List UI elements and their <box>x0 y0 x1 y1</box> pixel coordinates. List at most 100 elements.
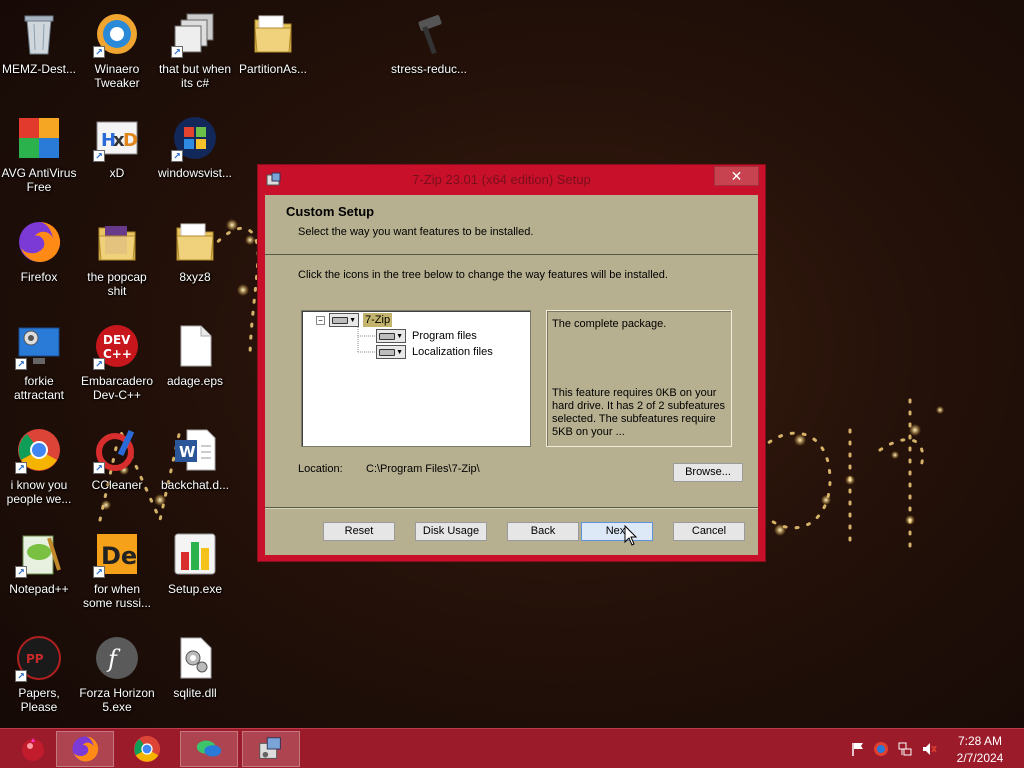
desktop-icon-i-know-you[interactable]: ↗ i know you people we... <box>0 420 78 520</box>
desktop-icon-devcpp[interactable]: DEV C++ ↗ Embarcadero Dev-C++ <box>78 316 156 416</box>
dialog-body: Custom Setup Select the way you want fea… <box>265 195 758 555</box>
ccleaner-icon: ↗ <box>93 426 141 474</box>
security-icon[interactable] <box>873 741 889 757</box>
desktop-icon-sqlite[interactable]: sqlite.dll <box>156 628 234 728</box>
shortcut-arrow-icon: ↗ <box>15 566 27 578</box>
tree-node-localization-files[interactable]: ▼ Localization files <box>376 344 495 360</box>
desktop-icon-backchat[interactable]: W backchat.d... <box>156 420 234 520</box>
cancel-button[interactable]: Cancel <box>673 522 745 541</box>
de-icon: De ↗ <box>93 530 141 578</box>
shortcut-arrow-icon: ↗ <box>93 150 105 162</box>
desktop-icon-notepadpp[interactable]: ↗ Notepad++ <box>0 524 78 624</box>
desktop-icon-8xyz8[interactable]: 8xyz8 <box>156 212 234 312</box>
chrome-icon <box>133 735 161 763</box>
chrome-icon: ↗ <box>15 426 63 474</box>
chat-icon <box>196 740 222 757</box>
file-icon <box>171 322 219 370</box>
desktop-icon-avg[interactable]: AVG AntiVirus Free <box>0 108 78 208</box>
disk-usage-button[interactable]: Disk Usage <box>415 522 487 541</box>
shortcut-arrow-icon: ↗ <box>15 670 27 682</box>
desktop-icon-windowsvist[interactable]: ↗ windowsvist... <box>156 108 234 208</box>
tree-node-root[interactable]: − ▼ 7-Zip <box>316 312 393 328</box>
clock-time[interactable]: 7:28 AM <box>944 734 1016 748</box>
desktop-icon-forkie[interactable]: ↗ forkie attractant <box>0 316 78 416</box>
desktop-icon-partitionas[interactable]: PartitionAs... <box>234 4 312 104</box>
desktop-icon-winaero[interactable]: ↗ Winaero Tweaker <box>78 4 156 104</box>
folder-icon <box>93 218 141 266</box>
desktop-icon-label: PartitionAs... <box>238 62 308 76</box>
window-titlebar[interactable]: 7-Zip 23.01 (x64 edition) Setup ✕ <box>258 165 765 193</box>
shortcut-arrow-icon: ↗ <box>15 462 27 474</box>
shortcut-arrow-icon: ↗ <box>93 46 105 58</box>
mouse-cursor-icon <box>624 525 638 546</box>
monitor-gear-icon: ↗ <box>15 322 63 370</box>
hxd-icon: HxD ↗ <box>93 114 141 162</box>
installer-icon <box>259 737 281 759</box>
tree-node-label[interactable]: Localization files <box>410 345 495 359</box>
firefox-icon <box>15 218 63 266</box>
shortcut-arrow-icon: ↗ <box>93 462 105 474</box>
start-button[interactable] <box>4 731 62 767</box>
drive-dropdown-icon[interactable]: ▼ <box>376 329 406 343</box>
desktop-icon-label: i know you people we... <box>6 478 72 506</box>
taskbar-app-installer[interactable] <box>242 731 300 767</box>
desktop-icon-adage[interactable]: adage.eps <box>156 316 234 416</box>
desktop-icon-firefox[interactable]: Firefox <box>0 212 78 312</box>
flash-icon: f <box>93 634 141 682</box>
tree-node-label[interactable]: 7-Zip <box>363 313 393 327</box>
clock-date[interactable]: 2/7/2024 <box>944 751 1016 765</box>
drive-dropdown-icon[interactable]: ▼ <box>376 345 406 359</box>
hammer-icon <box>405 10 453 58</box>
devcpp-icon: DEV C++ ↗ <box>93 322 141 370</box>
shortcut-arrow-icon: ↗ <box>93 566 105 578</box>
desktop-icon-xd[interactable]: HxD ↗ xD <box>78 108 156 208</box>
instruction-text: Click the icons in the tree below to cha… <box>298 269 668 281</box>
flag-icon[interactable] <box>850 741 866 757</box>
feature-summary: The complete package. <box>552 318 667 330</box>
volume-muted-icon[interactable] <box>921 741 937 757</box>
reset-button[interactable]: Reset <box>323 522 395 541</box>
dialog-header: Custom Setup Select the way you want fea… <box>265 195 758 255</box>
taskbar-app-firefox[interactable] <box>56 731 114 767</box>
notepad-plus-icon: ↗ <box>15 530 63 578</box>
page-title: Custom Setup <box>286 204 375 219</box>
back-button[interactable]: Back <box>507 522 579 541</box>
desktop-icon-memz[interactable]: MEMZ-Dest... <box>0 4 78 104</box>
taskbar-app-chrome[interactable] <box>118 731 176 767</box>
desktop-icon-stress-reduc[interactable]: stress-reduc... <box>390 4 468 104</box>
desktop-icon-label: Forza Horizon 5.exe <box>79 686 155 714</box>
desktop-icon-for-when[interactable]: De ↗ for when some russi... <box>78 524 156 624</box>
dll-gear-icon <box>171 634 219 682</box>
collapse-icon[interactable]: − <box>316 315 325 325</box>
desktop-icon-popcap[interactable]: the popcap shit <box>78 212 156 312</box>
svg-text:D: D <box>123 130 138 151</box>
taskbar-app-chat[interactable] <box>180 731 238 767</box>
desktop-icon-label: forkie attractant <box>13 374 65 402</box>
desktop-icon-setup[interactable]: Setup.exe <box>156 524 234 624</box>
shortcut-arrow-icon: ↗ <box>15 358 27 370</box>
location-value: C:\Program Files\7-Zip\ <box>366 463 480 475</box>
papers-please-icon: PP ↗ <box>15 634 63 682</box>
desktop-icon-papers-please[interactable]: PP ↗ Papers, Please <box>0 628 78 728</box>
desktop-icon-label: Papers, Please <box>18 686 60 714</box>
folder-icon <box>171 218 219 266</box>
tree-node-label[interactable]: Program files <box>410 329 479 343</box>
next-button[interactable]: Next <box>581 522 653 541</box>
network-icon[interactable] <box>897 741 913 757</box>
desktop-icon-forza[interactable]: f Forza Horizon 5.exe <box>78 628 156 728</box>
drive-dropdown-icon[interactable]: ▼ <box>329 313 359 327</box>
installer-window[interactable]: 7-Zip 23.01 (x64 edition) Setup ✕ Custom… <box>257 164 766 562</box>
desktop-icon-that-but-when[interactable]: ↗ that but when its c# <box>156 4 234 104</box>
desktop-icon-label: 8xyz8 <box>179 270 211 284</box>
shortcut-arrow-icon: ↗ <box>171 150 183 162</box>
desktop-icon-label: for when some russi... <box>82 582 151 610</box>
window-title: 7-Zip 23.01 (x64 edition) Setup <box>412 172 591 187</box>
close-button[interactable]: ✕ <box>714 166 759 186</box>
svg-text:C++: C++ <box>103 347 132 361</box>
tree-node-program-files[interactable]: ▼ Program files <box>376 328 479 344</box>
button-separator <box>265 507 758 509</box>
browse-button[interactable]: Browse... <box>673 463 743 482</box>
svg-text:W: W <box>179 443 196 461</box>
feature-tree[interactable]: − ▼ 7-Zip ▼ Program files ▼ Localization… <box>301 310 531 447</box>
desktop-icon-ccleaner[interactable]: ↗ CCleaner <box>78 420 156 520</box>
